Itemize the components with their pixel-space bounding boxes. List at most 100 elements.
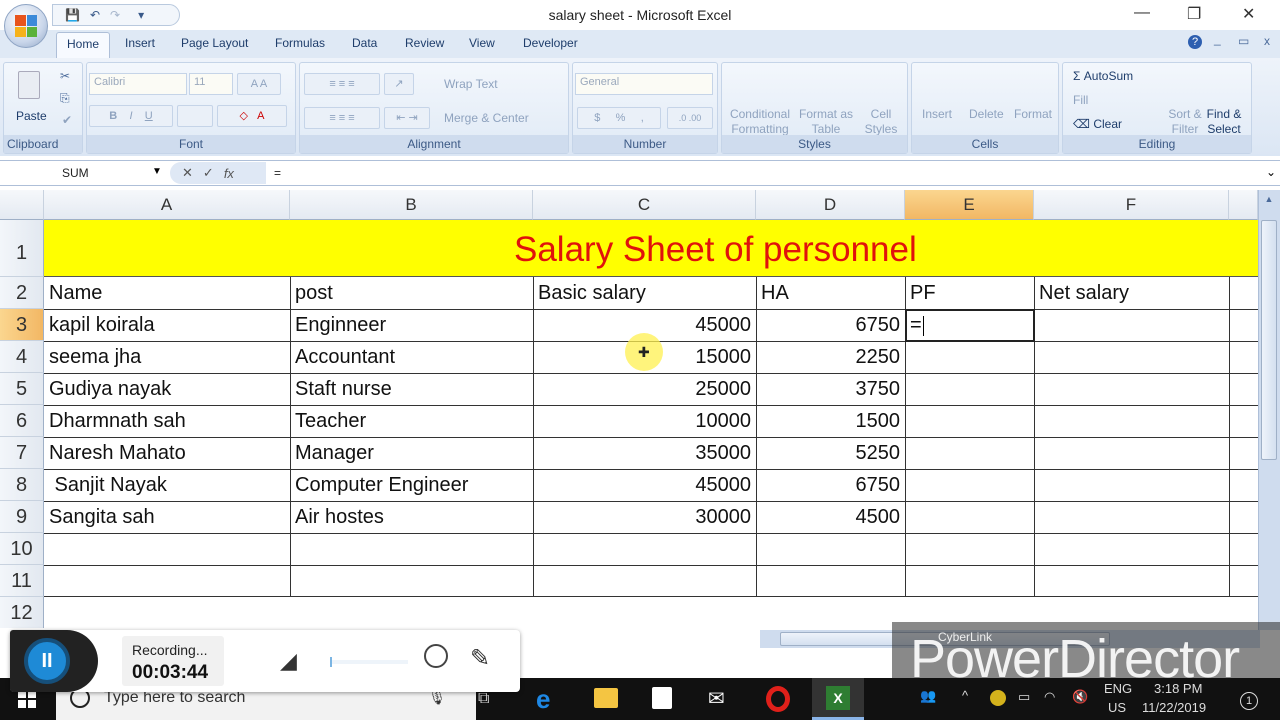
language-indicator[interactable]: ENG: [1104, 681, 1132, 696]
italic-button[interactable]: I: [129, 110, 132, 122]
insert-function-icon[interactable]: fx: [224, 166, 234, 181]
clock-time[interactable]: 3:18 PM: [1154, 681, 1202, 696]
header-cell-net-salary[interactable]: Net salary: [1035, 278, 1228, 309]
tab-data[interactable]: Data: [352, 36, 377, 50]
tab-insert[interactable]: Insert: [125, 36, 155, 50]
close-button[interactable]: ✕: [1242, 4, 1255, 24]
minimize-button[interactable]: —: [1134, 4, 1150, 22]
horizontal-align-buttons[interactable]: ≡ ≡ ≡: [304, 107, 380, 129]
clear-button[interactable]: ⌫ Clear: [1073, 117, 1122, 131]
cell-name[interactable]: Naresh Mahato: [45, 438, 289, 469]
tray-app-icon[interactable]: [990, 690, 1006, 706]
cell-post[interactable]: Computer Engineer: [291, 470, 532, 501]
wrap-text-button[interactable]: Wrap Text: [444, 77, 498, 91]
cell-name[interactable]: Sangita sah: [45, 502, 289, 533]
name-box-dropdown-icon[interactable]: ▼: [152, 166, 162, 177]
orientation-button[interactable]: ↗: [384, 73, 414, 95]
redo-icon[interactable]: ↷: [110, 8, 120, 22]
header-cell-name[interactable]: Name: [45, 278, 289, 309]
cut-icon[interactable]: ✂: [60, 69, 70, 83]
windows-start-icon[interactable]: [18, 690, 36, 708]
formula-input[interactable]: =: [268, 161, 1260, 185]
copy-icon[interactable]: ⎘: [60, 91, 70, 106]
notifications-badge[interactable]: 1: [1240, 692, 1258, 710]
title-merged-cell[interactable]: Salary Sheet of personnel: [44, 220, 1258, 277]
volume-muted-icon[interactable]: 🔇: [1072, 689, 1088, 705]
battery-icon[interactable]: ▭: [1018, 689, 1030, 705]
cell-name[interactable]: Sanjit Nayak: [45, 470, 289, 501]
cell-ha[interactable]: 6750: [757, 470, 904, 501]
cell-ha[interactable]: 4500: [757, 502, 904, 533]
currency-button[interactable]: $: [594, 112, 600, 124]
audio-level-handle[interactable]: [330, 657, 332, 667]
paste-button[interactable]: Paste: [16, 109, 47, 123]
percent-button[interactable]: %: [616, 112, 626, 124]
header-cell-post[interactable]: post: [291, 278, 532, 309]
row-header-5[interactable]: 5: [0, 373, 44, 405]
pencil-icon[interactable]: ✎: [470, 644, 490, 673]
font-size-select[interactable]: 11: [189, 73, 233, 95]
tab-home[interactable]: Home: [56, 32, 111, 58]
cell-post[interactable]: Staft nurse: [291, 374, 532, 405]
cancel-icon[interactable]: ✕: [182, 165, 193, 181]
cell-post[interactable]: Enginneer: [291, 310, 532, 341]
decimal-buttons[interactable]: .0 .00: [667, 107, 713, 129]
cell-name[interactable]: Gudiya nayak: [45, 374, 289, 405]
cell-post[interactable]: Teacher: [291, 406, 532, 437]
audio-level-slider[interactable]: [330, 657, 408, 667]
insert-cells-button[interactable]: Insert: [922, 107, 952, 121]
cell-styles-button[interactable]: Cell Styles: [858, 107, 904, 137]
column-header-e[interactable]: E: [905, 190, 1034, 220]
pause-recording-button[interactable]: II: [10, 630, 98, 692]
cell-ha[interactable]: 2250: [757, 342, 904, 373]
cell-post[interactable]: Accountant: [291, 342, 532, 373]
cell-ha[interactable]: 1500: [757, 406, 904, 437]
tab-page-layout[interactable]: Page Layout: [181, 36, 248, 50]
format-cells-button[interactable]: Format: [1014, 107, 1052, 121]
ribbon-restore-button[interactable]: ▭: [1238, 34, 1249, 48]
task-view-icon[interactable]: ⧉: [478, 690, 489, 708]
header-cell-pf[interactable]: PF: [906, 278, 1033, 309]
column-header-b[interactable]: B: [290, 190, 533, 220]
format-painter-icon[interactable]: ✔: [62, 113, 72, 127]
delete-cells-button[interactable]: Delete: [969, 107, 1004, 121]
row-header-3[interactable]: 3: [0, 309, 44, 341]
enter-icon[interactable]: ✓: [203, 165, 214, 181]
scroll-up-icon[interactable]: ▲: [1261, 194, 1277, 208]
clock-date[interactable]: 11/22/2019: [1142, 700, 1206, 715]
column-header-d[interactable]: D: [756, 190, 905, 220]
cell-ha[interactable]: 5250: [757, 438, 904, 469]
number-format-select[interactable]: General: [575, 73, 713, 95]
select-all-corner[interactable]: [0, 190, 44, 220]
vertical-align-buttons[interactable]: ≡ ≡ ≡: [304, 73, 380, 95]
header-cell-basic-salary[interactable]: Basic salary: [534, 278, 755, 309]
region-indicator[interactable]: US: [1108, 700, 1126, 715]
spreadsheet-grid[interactable]: A B C D E F 1 2 3 4 5 6 7 8 9 10 11 12 S…: [0, 190, 1258, 628]
webcam-icon[interactable]: [424, 644, 448, 668]
tab-view[interactable]: View: [469, 36, 495, 50]
help-icon[interactable]: ?: [1188, 35, 1202, 49]
edge-icon[interactable]: e: [536, 684, 550, 715]
autosum-button[interactable]: Σ AutoSum: [1073, 69, 1133, 83]
restore-button[interactable]: ❐: [1187, 4, 1201, 24]
row-header-7[interactable]: 7: [0, 437, 44, 469]
cell-post[interactable]: Air hostes: [291, 502, 532, 533]
indent-buttons[interactable]: ⇤ ⇥: [384, 107, 430, 129]
bold-button[interactable]: B: [109, 110, 117, 122]
ribbon-close-button[interactable]: x: [1264, 34, 1270, 48]
cell-post[interactable]: Manager: [291, 438, 532, 469]
sort-filter-button[interactable]: Sort & Filter: [1167, 107, 1203, 137]
cell-basic-salary[interactable]: 45000: [534, 470, 755, 501]
grow-shrink-font-button[interactable]: A A: [237, 73, 281, 95]
undo-icon[interactable]: ↶: [90, 8, 100, 22]
name-box[interactable]: SUM: [0, 161, 170, 185]
fill-button[interactable]: Fill: [1073, 93, 1088, 107]
cell-basic-salary[interactable]: 35000: [534, 438, 755, 469]
row-header-6[interactable]: 6: [0, 405, 44, 437]
save-icon[interactable]: 💾: [65, 8, 80, 22]
tab-review[interactable]: Review: [405, 36, 444, 50]
customize-qat-icon[interactable]: ▾: [138, 8, 144, 22]
network-icon[interactable]: ◠: [1044, 689, 1055, 705]
cell-basic-salary[interactable]: 25000: [534, 374, 755, 405]
ribbon-minimize-button[interactable]: _: [1214, 32, 1221, 46]
